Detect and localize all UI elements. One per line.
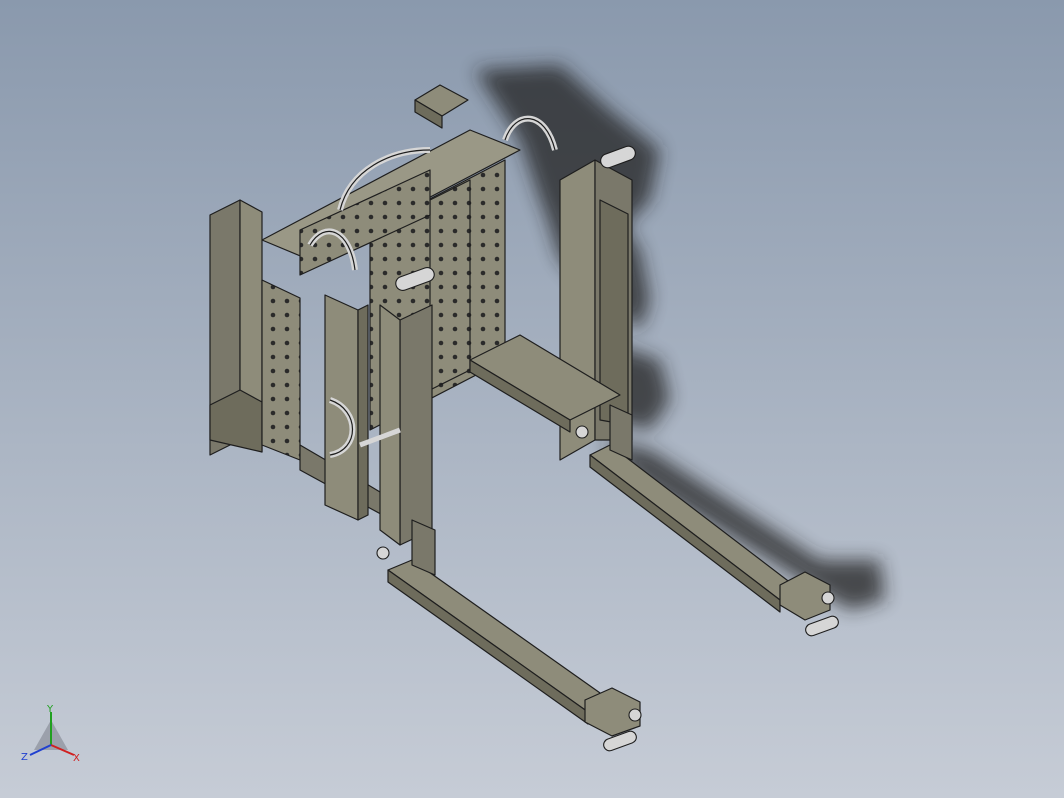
cad-viewport[interactable]: Y X Z: [0, 0, 1064, 798]
z-axis-label: Z: [21, 752, 28, 763]
3d-model-view[interactable]: [0, 0, 1064, 798]
x-axis-label: X: [73, 753, 80, 764]
y-axis-label: Y: [46, 704, 54, 715]
coordinate-triad[interactable]: Y X Z: [16, 700, 86, 770]
model-body: [209, 84, 831, 737]
